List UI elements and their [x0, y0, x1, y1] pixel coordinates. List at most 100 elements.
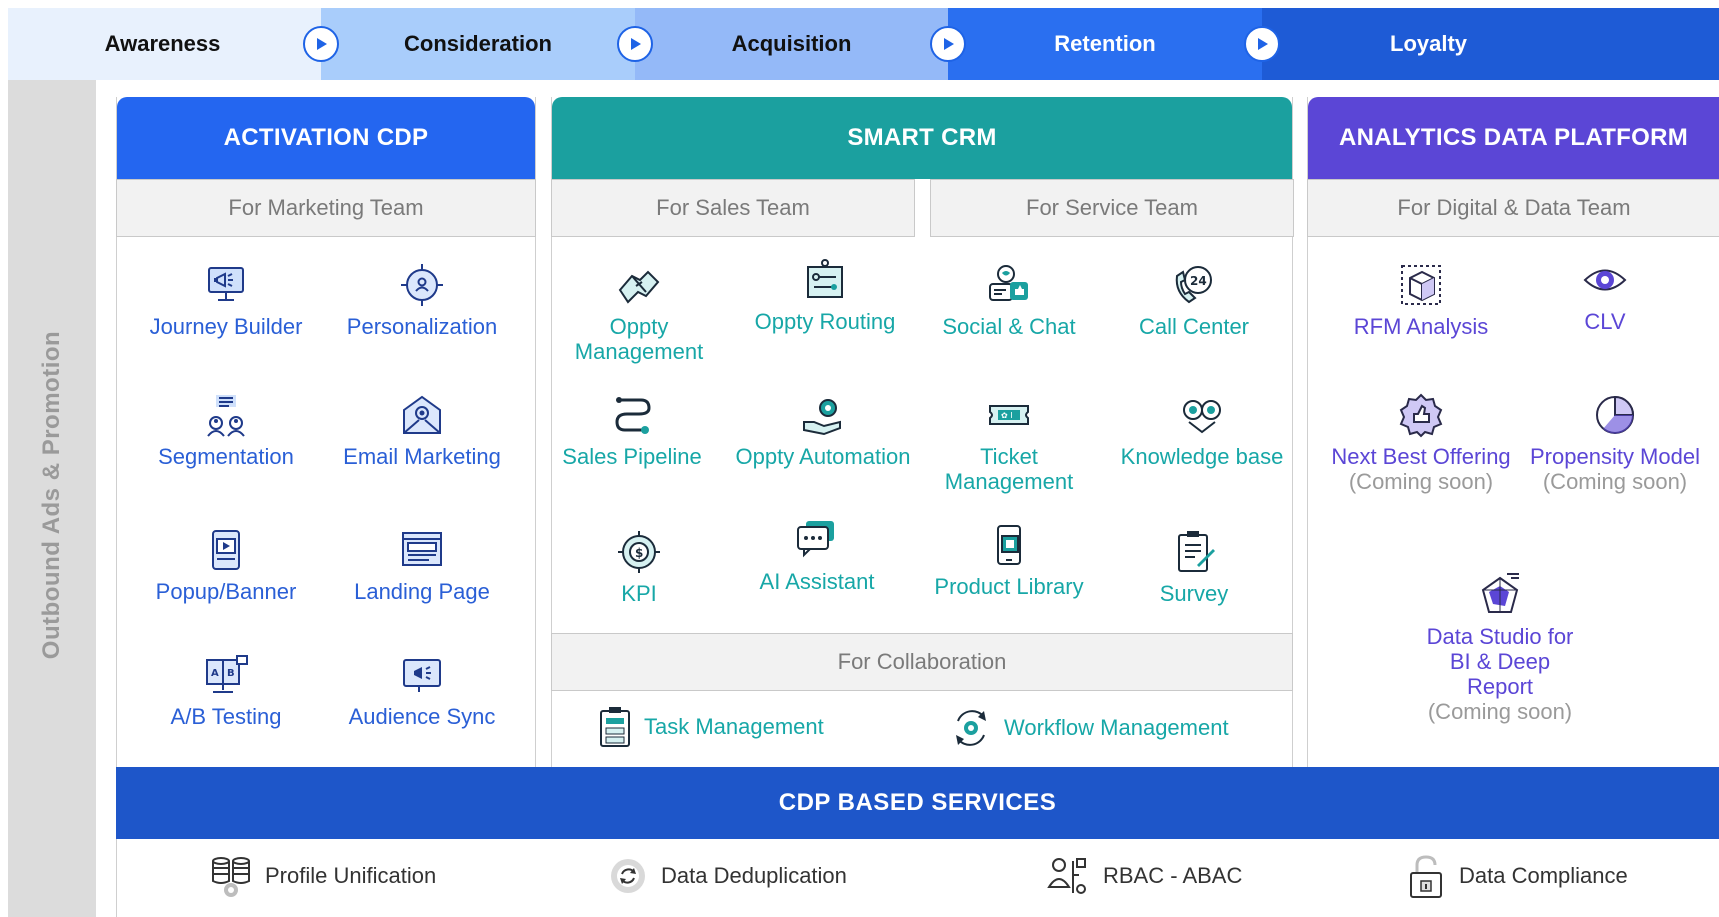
item-note: (Coming soon)	[1542, 469, 1688, 494]
item-label: Knowledge base	[1120, 444, 1284, 469]
analytics-panel: ANALYTICS DATA PLATFORM For Digital & Da…	[1307, 97, 1719, 767]
user-group-list-icon	[207, 395, 245, 437]
item-oppty-management[interactable]: Oppty Management	[544, 262, 734, 364]
service-label: Data Compliance	[1459, 863, 1628, 888]
item-kpi[interactable]: $ KPI	[544, 529, 734, 606]
item-label: Workflow Management	[1004, 715, 1229, 740]
play-arrow-icon[interactable]	[617, 26, 653, 62]
item-label: Social & Chat	[942, 314, 1076, 339]
database-gear-icon	[212, 857, 250, 897]
ab-testing-icon: AB	[206, 655, 248, 693]
panel-subheader: For Digital & Data Team	[1307, 179, 1719, 237]
stage-label: Loyalty	[1390, 31, 1468, 56]
item-label: Product Library	[934, 574, 1084, 599]
item-note: (Coming soon)	[1348, 469, 1494, 494]
item-sales-pipeline[interactable]: Sales Pipeline	[537, 392, 727, 469]
stage-label: Acquisition	[731, 31, 852, 56]
item-label: Data Studio for BI & Deep Report	[1426, 624, 1574, 699]
item-label: Oppty Routing	[754, 309, 896, 334]
play-arrow-icon[interactable]	[303, 26, 339, 62]
item-label: Propensity Model	[1530, 444, 1700, 469]
stage-loyalty: Loyalty	[1262, 8, 1719, 80]
item-label: Segmentation	[158, 444, 294, 469]
item-label: Personalization	[346, 314, 498, 339]
item-journey-builder[interactable]: Journey Builder	[131, 262, 321, 339]
item-label: Popup/Banner	[155, 579, 297, 604]
play-arrow-icon[interactable]	[930, 26, 966, 62]
item-data-studio[interactable]: Data Studio for BI & Deep Report (Coming…	[1420, 572, 1580, 725]
item-label: RFM Analysis	[1353, 314, 1489, 339]
item-call-center[interactable]: 24 Call Center	[1099, 262, 1289, 339]
call-center-24-icon: 24	[1175, 266, 1212, 304]
ai-chat-icon	[797, 521, 834, 558]
svg-text:B: B	[227, 668, 235, 679]
panel-title: ANALYTICS DATA PLATFORM	[1308, 97, 1719, 179]
item-audience-sync[interactable]: Audience Sync	[327, 652, 517, 729]
item-label: Email Marketing	[343, 444, 501, 469]
item-task-management[interactable]: Task Management	[598, 706, 824, 748]
funnel-bar: Awareness Consideration Acquisition Rete…	[8, 8, 1719, 80]
item-label: Task Management	[644, 714, 824, 739]
item-email-marketing[interactable]: Email Marketing	[327, 392, 517, 469]
activation-cdp-panel: ACTIVATION CDP For Marketing Team Journe…	[116, 97, 536, 767]
email-at-icon	[403, 395, 441, 434]
service-label: Data Deduplication	[661, 863, 847, 888]
stage-awareness: Awareness	[8, 8, 339, 80]
item-ticket-management[interactable]: ✿ I Ticket Management	[914, 392, 1104, 494]
automation-hand-icon	[803, 399, 841, 436]
item-propensity-model[interactable]: Propensity Model (Coming soon)	[1520, 392, 1710, 495]
pipeline-icon	[615, 397, 651, 434]
service-data-compliance[interactable]: Data Compliance	[1403, 853, 1628, 899]
product-library-icon	[997, 525, 1021, 565]
item-oppty-automation[interactable]: Oppty Automation	[728, 392, 918, 469]
item-clv[interactable]: CLV	[1510, 257, 1700, 334]
collaboration-subheader: For Collaboration	[551, 633, 1293, 691]
item-ab-testing[interactable]: AB A/B Testing	[131, 652, 321, 729]
target-user-icon	[401, 264, 443, 306]
item-ai-assistant[interactable]: AI Assistant	[722, 517, 912, 594]
svg-text:A: A	[211, 668, 219, 679]
item-segmentation[interactable]: Segmentation	[131, 392, 321, 469]
stage-retention: Retention	[948, 8, 1280, 80]
item-label: KPI	[621, 581, 657, 606]
service-label: Profile Unification	[265, 863, 437, 888]
propensity-pie-icon	[1596, 395, 1635, 434]
item-rfm-analysis[interactable]: RFM Analysis	[1326, 262, 1516, 339]
item-landing-page[interactable]: Landing Page	[327, 527, 517, 604]
item-personalization[interactable]: Personalization	[327, 262, 517, 339]
item-oppty-routing[interactable]: Oppty Routing	[730, 257, 920, 334]
next-best-offering-icon	[1399, 393, 1443, 438]
item-label: A/B Testing	[170, 704, 282, 729]
panel-title: SMART CRM	[552, 97, 1292, 179]
play-arrow-icon[interactable]	[1244, 26, 1280, 62]
social-chat-icon	[989, 265, 1028, 301]
item-label: CLV	[1584, 309, 1626, 334]
popup-device-icon	[212, 530, 240, 570]
item-label: Oppty Management	[574, 314, 704, 364]
task-clipboard-icon	[600, 707, 630, 747]
item-knowledge-base[interactable]: Knowledge base	[1107, 392, 1297, 469]
landing-page-icon	[402, 532, 442, 566]
audience-sync-icon	[403, 659, 441, 692]
service-rbac-abac[interactable]: RBAC - ABAC	[1047, 853, 1242, 899]
service-subheader: For Service Team	[930, 179, 1294, 237]
item-popup-banner[interactable]: Popup/Banner	[131, 527, 321, 604]
ticket-icon: ✿ I	[989, 405, 1029, 425]
cdp-services-row: Profile Unification Data Deduplication R…	[116, 839, 1719, 917]
item-label: Audience Sync	[348, 704, 496, 729]
item-next-best-offering[interactable]: Next Best Offering (Coming soon)	[1326, 392, 1516, 495]
clv-eye-icon	[1583, 269, 1627, 291]
item-social-chat[interactable]: Social & Chat	[914, 262, 1104, 339]
survey-clipboard-icon	[1178, 531, 1215, 572]
svg-text:✿ I: ✿ I	[1001, 411, 1013, 420]
panel-title: ACTIVATION CDP	[117, 97, 535, 179]
item-product-library[interactable]: Product Library	[914, 522, 1104, 599]
item-survey[interactable]: Survey	[1099, 529, 1289, 606]
item-label: AI Assistant	[759, 569, 875, 594]
stage-acquisition: Acquisition	[635, 8, 966, 80]
service-profile-unification[interactable]: Profile Unification	[209, 853, 436, 899]
service-data-deduplication[interactable]: Data Deduplication	[605, 853, 847, 899]
handshake-icon	[618, 270, 660, 304]
cdp-services-title: CDP BASED SERVICES	[116, 767, 1719, 839]
item-workflow-management[interactable]: Workflow Management	[950, 707, 1229, 749]
